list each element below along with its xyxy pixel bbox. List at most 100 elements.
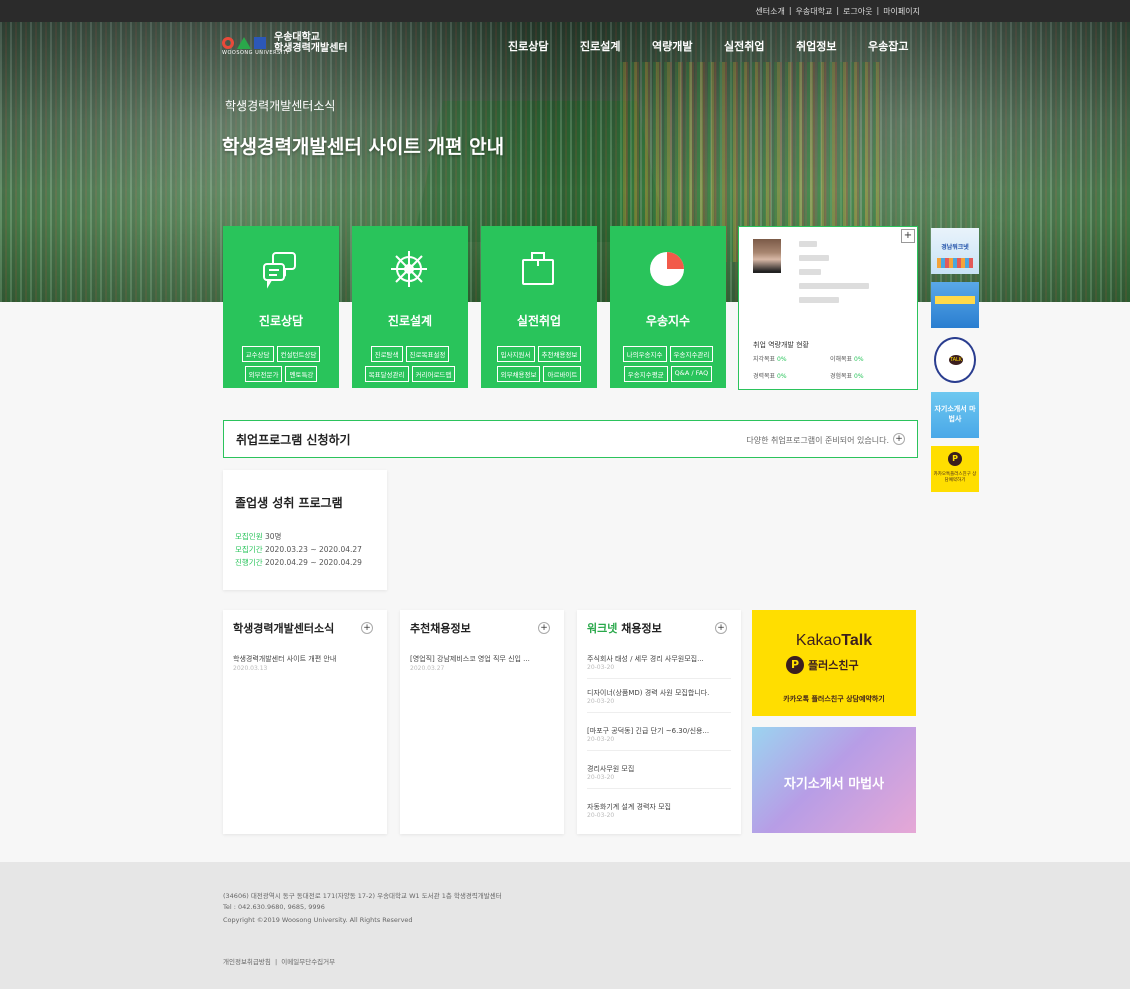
stat-item: 경험목표 0% <box>830 371 903 380</box>
side-banner-art <box>935 296 975 304</box>
kakao-brand-b: Talk <box>841 632 873 649</box>
footer-links[interactable]: 개인정보취급방침 | 이메일무단수집거부 <box>223 956 335 966</box>
side-banner-worknet[interactable]: 경남워크넷 <box>931 228 979 274</box>
card-sub-button[interactable]: 나의우송지수 <box>622 346 667 362</box>
card-sub-button[interactable]: 컨설턴트상담 <box>276 346 321 362</box>
side-banner-magic[interactable]: 자기소개서 마법사 <box>931 392 979 438</box>
chat-bubbles-icon <box>263 252 296 289</box>
card-sub-button[interactable]: 아르바이트 <box>543 366 582 382</box>
top-link-university[interactable]: 우송대학교 <box>796 6 833 17</box>
worknet-more-button[interactable]: + <box>715 622 727 634</box>
program-title: 졸업생 성취 프로그램 <box>235 496 343 510</box>
kakao-plus-icon: P <box>948 452 962 466</box>
card-sub-button[interactable]: 우송지수평균 <box>623 366 668 382</box>
news-more-button[interactable]: + <box>361 622 373 634</box>
recommend-more-button[interactable]: + <box>538 622 550 634</box>
logo-mark: WOOSONG UNIVERSITY <box>222 37 289 56</box>
card-design[interactable]: 진로설계 진로탐색 진로목표설정 목표달성관리 커리어로드맵 <box>352 226 468 388</box>
stat-item: 지각목표 0% <box>753 354 826 363</box>
stat-item: 이해목표 0% <box>830 354 903 363</box>
card-sub-button[interactable]: 목표달성관리 <box>364 366 409 382</box>
card-sub-button[interactable]: Q&A / FAQ <box>670 366 713 382</box>
nav-item-jobgo[interactable]: 우송잡고 <box>868 38 940 54</box>
program-info: 모집인원 30명 모집기간 2020.03.23 ~ 2020.04.27 진행… <box>235 530 362 569</box>
news-panel: 학생경력개발센터소식 + 학생경력개발센터 사이트 개편 안내 2020.03.… <box>223 610 387 834</box>
stat-label: 지각목표 <box>753 356 776 363</box>
nav-item-practical[interactable]: 실전취업 <box>724 38 796 54</box>
worknet-item[interactable]: 주식회사 태성 / 세무 경리 사무원모집... <box>587 654 731 664</box>
card-sub-button[interactable]: 교수상담 <box>241 346 274 362</box>
worknet-title: 워크넷 채용정보 <box>587 620 662 636</box>
divider <box>587 712 731 713</box>
program-row-value: 2020.03.23 ~ 2020.04.27 <box>265 545 362 554</box>
side-banner-label: 자기소개서 마법사 <box>934 405 976 423</box>
top-link-mypage[interactable]: 마이페이지 <box>883 6 920 17</box>
worknet-item[interactable]: 경리사무원 모집 <box>587 764 731 774</box>
divider <box>587 788 731 789</box>
divider <box>587 678 731 679</box>
top-link-logout[interactable]: 로그아웃 <box>843 6 872 17</box>
nav-item-jobinfo[interactable]: 취업정보 <box>796 38 868 54</box>
kakao-brand: KakaoTalk <box>752 632 916 650</box>
card-sub-button[interactable]: 진로목표설정 <box>405 346 450 362</box>
worknet-item[interactable]: [마포구 공덕동] 긴급 단기 ~6.30/신용... <box>587 726 731 736</box>
worknet-date: 20-03-20 <box>587 774 615 781</box>
recommend-item[interactable]: [영업직] 강남제비스코 영업 직무 신입 ... <box>410 654 554 664</box>
blurred-info <box>799 297 839 303</box>
resume-magic-banner[interactable]: 자기소개서 마법사 <box>752 727 916 833</box>
profile-stats: 지각목표 0% 이해목표 0% 경력목표 0% 경험목표 0% <box>753 354 903 380</box>
side-banner-kakao[interactable]: P 카카오톡플러스친구 상담예약하기 <box>931 446 979 492</box>
hero-title[interactable]: 학생경력개발센터 사이트 개편 안내 <box>222 132 504 159</box>
recommend-panel: 추천채용정보 + [영업직] 강남제비스코 영업 직무 신입 ... 2020.… <box>400 610 564 834</box>
logo-subtext: WOOSONG UNIVERSITY <box>222 50 290 56</box>
blurred-info <box>799 269 821 275</box>
profile-status-title: 취업 역량개발 현황 <box>753 341 809 349</box>
card-sub-button[interactable]: 입사지원서 <box>496 346 535 362</box>
card-practical[interactable]: 실전취업 입사지원서 추천채용정보 외부채용정보 아르바이트 <box>481 226 597 388</box>
card-counseling[interactable]: 진로상담 교수상담 컨설턴트상담 외부전문가 멘토특강 <box>223 226 339 388</box>
card-sub-button[interactable]: 커리어로드맵 <box>411 366 456 382</box>
card-sub-button[interactable]: 외부전문가 <box>244 366 283 382</box>
blurred-info <box>799 255 829 261</box>
apply-description: 다양한 취업프로그램이 준비되어 있습니다. <box>746 436 889 445</box>
worknet-date: 20-03-20 <box>587 812 615 819</box>
news-item[interactable]: 학생경력개발센터 사이트 개편 안내 <box>233 654 377 664</box>
kakao-banner[interactable]: KakaoTalk P 플러스친구 카카오톡 플러스친구 상담예약하기 <box>752 610 916 716</box>
card-title: 진로상담 <box>258 314 304 328</box>
worknet-date: 20-03-20 <box>587 698 615 705</box>
kakao-plus-friend: P 플러스친구 <box>786 656 859 674</box>
top-link-center[interactable]: 센터소개 <box>755 6 784 17</box>
nav-item-capability[interactable]: 역량개발 <box>652 38 724 54</box>
side-banner-talk[interactable]: TALK <box>934 337 976 383</box>
side-banner-art <box>937 258 973 268</box>
program-row-label: 진행기간 <box>235 558 263 567</box>
worknet-item[interactable]: 디자이너(상품MD) 경력 사원 모집합니다. <box>587 688 731 698</box>
card-sub-button[interactable]: 우송지수관리 <box>669 346 714 362</box>
side-banner-2[interactable] <box>931 282 979 328</box>
worknet-title-rest: 채용정보 <box>617 622 662 635</box>
card-sub-button[interactable]: 멘토특강 <box>285 366 318 382</box>
profile-more-button[interactable]: + <box>901 229 915 243</box>
footer-address: (34606) 대전광역시 동구 동대전로 171(자양동 17-2) 우송대학… <box>223 892 502 900</box>
nav-item-design[interactable]: 진로설계 <box>580 38 652 54</box>
news-title: 학생경력개발센터소식 <box>233 622 335 635</box>
program-apply-bar[interactable]: 취업프로그램 신청하기 다양한 취업프로그램이 준비되어 있습니다. + <box>223 420 918 458</box>
briefcase-icon <box>522 252 554 285</box>
program-row-label: 모집기간 <box>235 545 263 554</box>
site-logo[interactable]: WOOSONG UNIVERSITY 우송대학교 학생경력개발센터 <box>222 32 348 56</box>
card-sub-button[interactable]: 외부채용정보 <box>496 366 541 382</box>
worknet-panel: 워크넷 채용정보 + 주식회사 태성 / 세무 경리 사무원모집... 20-0… <box>577 610 741 834</box>
card-sub-button[interactable]: 추천채용정보 <box>537 346 582 362</box>
apply-plus-button[interactable]: + <box>893 433 905 445</box>
logo-line1: 우송대학교 <box>274 32 320 43</box>
worknet-item[interactable]: 자동화기계 설계 경력자 모집 <box>587 802 731 812</box>
footer: (34606) 대전광역시 동구 동대전로 171(자양동 17-2) 우송대학… <box>0 862 1130 989</box>
card-index[interactable]: 우송지수 나의우송지수 우송지수관리 우송지수평균 Q&A / FAQ <box>610 226 726 388</box>
card-sub-button[interactable]: 진로탐색 <box>370 346 403 362</box>
program-card[interactable]: 졸업생 성취 프로그램 모집인원 30명 모집기간 2020.03.23 ~ 2… <box>223 470 387 590</box>
magic-label: 자기소개서 마법사 <box>783 777 885 792</box>
ship-wheel-icon <box>391 251 427 287</box>
nav-item-counseling[interactable]: 진로상담 <box>508 38 580 54</box>
stat-label: 경험목표 <box>830 373 853 380</box>
worknet-date: 20-03-20 <box>587 664 615 671</box>
